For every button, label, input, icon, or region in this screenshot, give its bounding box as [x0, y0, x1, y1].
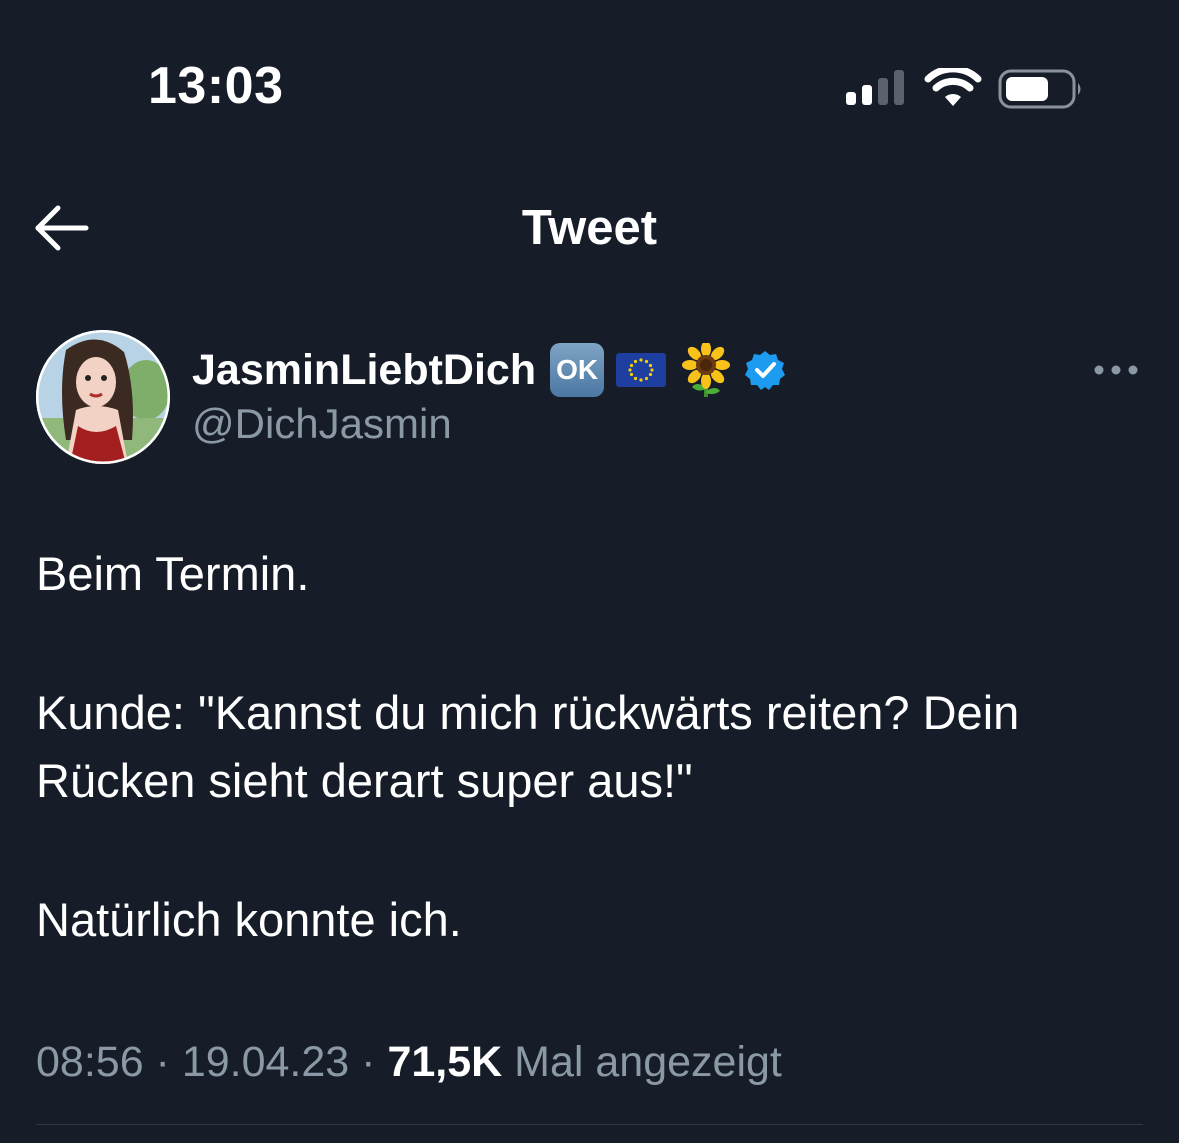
tweet-time: 08:56	[36, 1038, 144, 1086]
tweet-paragraph: Beim Termin.	[36, 547, 310, 600]
author-name-row[interactable]: JasminLiebtDich OK	[192, 342, 786, 398]
views-count[interactable]: 71,5K	[387, 1038, 502, 1086]
sunflower-emoji	[682, 343, 731, 397]
ok-emoji-text: OK	[556, 354, 599, 385]
tweet-date: 19.04.23	[181, 1038, 350, 1086]
battery-icon	[998, 69, 1081, 109]
page-title: Tweet	[521, 201, 658, 255]
more-dots-icon[interactable]	[1092, 360, 1140, 380]
views-label[interactable]: Mal angezeigt	[514, 1038, 782, 1086]
cellular-signal-icon	[846, 70, 904, 105]
tweet-paragraph: Natürlich konnte ich.	[36, 893, 462, 946]
tweet-text: Beim Termin. Kunde: "Kannst du mich rück…	[36, 540, 1146, 954]
ok-emoji: OK	[550, 343, 605, 397]
meta-separator: ·	[349, 1038, 388, 1086]
avatar[interactable]	[36, 330, 170, 464]
status-bar-time: 13:03	[148, 57, 284, 115]
tweet-paragraph: Kunde: "Kannst du mich rückwärts reiten?…	[36, 686, 1020, 807]
wifi-icon	[924, 68, 982, 106]
tweet-meta: 08:56 · 19.04.23 · 71,5K Mal angezeigt	[36, 1034, 782, 1090]
meta-separator: ·	[143, 1038, 182, 1086]
author-handle[interactable]: @DichJasmin	[192, 400, 452, 448]
divider	[36, 1124, 1143, 1125]
verified-badge-icon	[745, 351, 786, 390]
eu-flag-emoji	[616, 353, 667, 387]
author-display-name: JasminLiebtDich	[192, 346, 537, 394]
